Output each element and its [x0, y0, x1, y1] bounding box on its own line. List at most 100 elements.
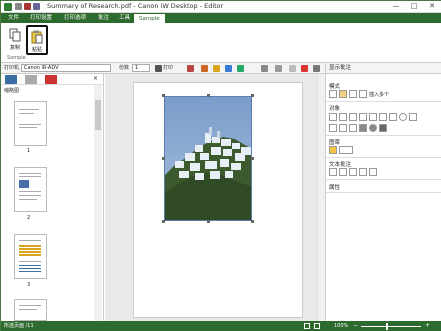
line-icon[interactable]	[379, 113, 387, 121]
printer-icon[interactable]	[155, 65, 162, 72]
paste-small-icon[interactable]	[289, 65, 296, 72]
hand-mode-icon[interactable]	[339, 90, 347, 98]
single-page-icon[interactable]	[304, 323, 310, 329]
text-comment-icon[interactable]	[329, 168, 337, 176]
tab-thumbnails[interactable]	[5, 75, 17, 84]
pen-icon[interactable]	[349, 113, 357, 121]
tab-file[interactable]: 文件	[3, 13, 24, 23]
tab-print-options[interactable]: 打印选项	[59, 13, 91, 23]
print-button[interactable]: 打印	[163, 64, 173, 73]
close-button[interactable]: ✕	[423, 1, 441, 12]
pencil-icon[interactable]	[339, 124, 347, 132]
polygon-icon[interactable]	[409, 113, 417, 121]
comment-icon[interactable]	[25, 75, 37, 84]
paste-label: 粘贴	[31, 47, 42, 53]
properties-label: 属性	[329, 185, 341, 191]
thumbnail-page-1[interactable]	[14, 101, 47, 146]
tab-tools[interactable]: 工具	[114, 13, 135, 23]
app-icon	[4, 3, 12, 11]
text-highlight-icon[interactable]	[359, 168, 367, 176]
stamp-icon[interactable]	[187, 65, 194, 72]
filled-ellipse-icon[interactable]	[369, 124, 377, 132]
thumbnail-page-3[interactable]	[14, 234, 47, 279]
window-title: Summary of Research.pdf - Canon iW Deskt…	[47, 2, 224, 10]
text-box-icon[interactable]	[329, 113, 337, 121]
printer-select[interactable]: Canon iR-ADV	[21, 64, 111, 72]
resize-handle[interactable]	[251, 220, 254, 223]
tab-sample[interactable]: Sample	[133, 13, 166, 23]
selected-image[interactable]	[164, 96, 252, 221]
scrollbar-thumb[interactable]	[95, 100, 101, 130]
insert-multiple-label[interactable]: 插入多个	[369, 91, 389, 98]
save-icon[interactable]	[15, 3, 22, 10]
close-pane-icon[interactable]: ×	[93, 75, 98, 82]
rectangle-icon[interactable]	[389, 113, 397, 121]
filled-polygon-icon[interactable]	[379, 124, 387, 132]
text-strike-icon[interactable]	[349, 168, 357, 176]
zoom-mode-icon[interactable]	[349, 90, 357, 98]
filled-rect-icon[interactable]	[359, 124, 367, 132]
stamp-tool-icon[interactable]	[329, 146, 337, 154]
copy-button[interactable]: 复制	[4, 25, 26, 55]
undo-icon[interactable]	[24, 3, 31, 10]
resize-handle[interactable]	[251, 157, 254, 160]
check-icon[interactable]	[237, 65, 244, 72]
edit-icon[interactable]	[201, 65, 208, 72]
resize-handle[interactable]	[162, 220, 165, 223]
thumbnail-page-2[interactable]	[14, 167, 47, 212]
font-icon[interactable]	[339, 113, 347, 121]
annotation-pane-header: 显示批注	[326, 63, 441, 74]
resize-handle[interactable]	[251, 94, 254, 97]
resize-handle[interactable]	[162, 157, 165, 160]
page-number: 3	[27, 282, 31, 288]
document-view[interactable]	[105, 74, 325, 321]
resize-handle[interactable]	[162, 94, 165, 97]
tab-annotation[interactable]: 批注	[93, 13, 114, 23]
ellipse-icon[interactable]	[399, 113, 407, 121]
marker-icon[interactable]	[349, 124, 357, 132]
select-mode-icon[interactable]	[329, 90, 337, 98]
page-number: 1	[27, 148, 31, 154]
thumbnails-label: 缩略图	[4, 88, 20, 94]
two-page-icon[interactable]	[314, 323, 320, 329]
copy-small-icon[interactable]	[275, 65, 282, 72]
note-icon[interactable]	[369, 113, 377, 121]
paste-button[interactable]: 粘贴	[26, 25, 48, 55]
folder-icon[interactable]	[213, 65, 220, 72]
thumbnail-page-4[interactable]	[14, 299, 47, 321]
show-annotation-toggle[interactable]: 显示批注	[329, 64, 351, 73]
maximize-button[interactable]: □	[405, 1, 423, 12]
ribbon-tabs: 文件 打印设置 打印选项 批注 工具 Sample	[1, 13, 441, 23]
insert-multiple-icon[interactable]	[359, 90, 367, 98]
tool-icon[interactable]	[225, 65, 232, 72]
arc-icon[interactable]	[329, 124, 337, 132]
zoom-out-icon[interactable]: −	[353, 321, 358, 331]
rotate-icon[interactable]	[313, 65, 320, 72]
tab-print-settings[interactable]: 打印设置	[25, 13, 57, 23]
resize-handle[interactable]	[207, 220, 210, 223]
copies-stepper[interactable]: 1	[132, 64, 150, 72]
text-replace-icon[interactable]	[369, 168, 377, 176]
resize-handle[interactable]	[207, 94, 210, 97]
zoom-level: 100%	[334, 323, 349, 329]
left-pane-tabs: ×	[1, 74, 104, 85]
left-pane-scrollbar[interactable]	[94, 85, 102, 321]
dropdown-icon[interactable]	[33, 3, 40, 10]
editor-window: Summary of Research.pdf - Canon iW Deskt…	[0, 0, 441, 331]
ribbon-group-label: Sample	[7, 55, 26, 61]
cut-icon[interactable]	[261, 65, 268, 72]
object-label: 对象	[329, 106, 341, 112]
printer-label: 打印机	[4, 65, 20, 71]
bookmark-icon[interactable]	[45, 75, 57, 84]
minimize-button[interactable]: —	[387, 1, 405, 12]
document-page[interactable]	[133, 82, 303, 318]
stamp-dropdown-icon[interactable]	[339, 146, 353, 154]
highlight-icon[interactable]	[359, 113, 367, 121]
delete-icon[interactable]	[301, 65, 308, 72]
annotation-pane: 显示批注 模式 插入多个 对象 图章 文本批注 属性	[325, 63, 441, 321]
document-scrollbar[interactable]	[317, 74, 325, 321]
zoom-slider[interactable]	[361, 323, 421, 330]
text-underline-icon[interactable]	[339, 168, 347, 176]
zoom-slider-knob[interactable]	[386, 323, 388, 330]
zoom-in-icon[interactable]: +	[425, 321, 430, 331]
